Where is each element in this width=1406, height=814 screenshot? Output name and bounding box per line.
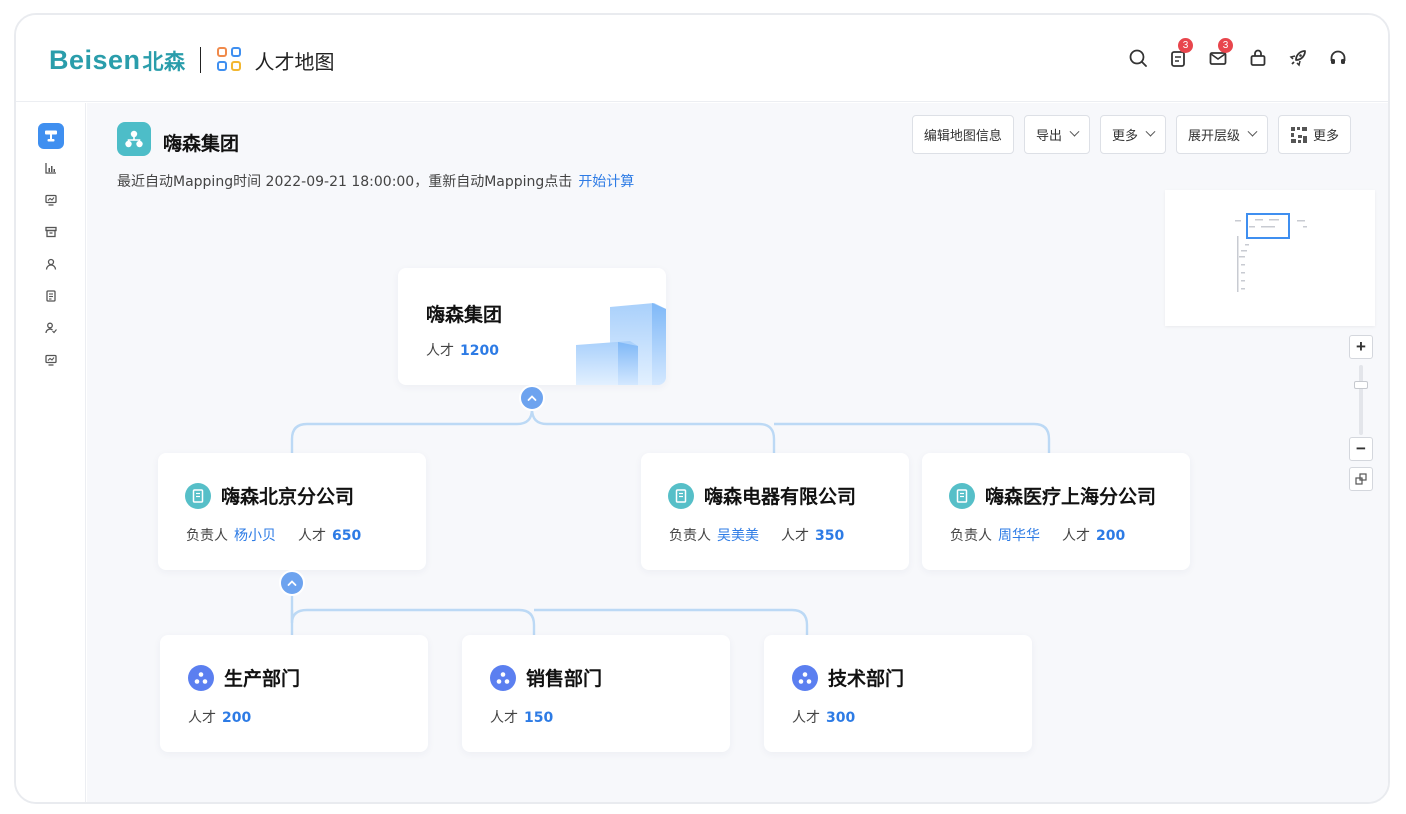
department-icon bbox=[490, 664, 516, 691]
owner-name[interactable]: 杨小贝 bbox=[234, 528, 276, 544]
sidebar-item-bar-chart[interactable] bbox=[38, 155, 64, 181]
header-actions: 3 3 bbox=[1118, 38, 1358, 71]
org-node-talent: 人才 200 bbox=[188, 707, 251, 727]
map-canvas[interactable]: 嗨森集团 最近自动Mapping时间 2022-09-21 18:00:00，重… bbox=[87, 103, 1388, 802]
sidebar-item-screen[interactable] bbox=[38, 347, 64, 373]
talent-count: 150 bbox=[524, 710, 554, 726]
app-title: 人才地图 bbox=[254, 49, 335, 74]
owner-name[interactable]: 周华华 bbox=[998, 528, 1040, 544]
collapse-company-button[interactable] bbox=[279, 570, 305, 596]
org-node-root[interactable]: 嗨森集团 人才 1200 bbox=[398, 268, 666, 385]
chevron-up-icon bbox=[527, 395, 537, 401]
talent-count: 350 bbox=[815, 528, 845, 544]
fit-view-icon bbox=[1355, 473, 1367, 485]
sidebar-item-tree[interactable] bbox=[38, 123, 64, 149]
talent-count: 650 bbox=[332, 528, 362, 544]
talent-label: 人才 bbox=[298, 528, 326, 544]
brand-divider bbox=[199, 47, 201, 73]
zoom-slider[interactable] bbox=[1354, 365, 1368, 435]
building-icon bbox=[668, 482, 694, 509]
org-node-department[interactable]: 技术部门 人才 300 bbox=[764, 635, 1032, 752]
rocket-icon[interactable] bbox=[1278, 45, 1318, 71]
talent-label: 人才 bbox=[781, 528, 809, 544]
org-node-company[interactable]: 嗨森北京分公司 负责人 杨小贝 人才 650 bbox=[158, 453, 426, 570]
building-illustration bbox=[576, 303, 666, 385]
app-window: Beisen北森 人才地图 3 3 嗨森集团 最近自动Mapping时间 202… bbox=[14, 13, 1390, 804]
beisen-logo: Beisen北森 bbox=[49, 45, 186, 76]
clipboard-icon[interactable]: 3 bbox=[1158, 38, 1198, 71]
logo-latin: Beisen bbox=[49, 44, 141, 75]
sidebar-item-document[interactable] bbox=[38, 283, 64, 309]
department-icon bbox=[792, 664, 818, 691]
logo-cn: 北森 bbox=[142, 50, 186, 74]
org-node-department[interactable]: 生产部门 人才 200 bbox=[160, 635, 428, 752]
clipboard-badge: 3 bbox=[1178, 38, 1193, 53]
org-node-meta: 负责人 吴美美 人才 350 bbox=[669, 525, 844, 545]
org-node-name: 技术部门 bbox=[828, 668, 905, 690]
building-icon bbox=[185, 482, 211, 509]
org-node-name: 销售部门 bbox=[526, 668, 603, 690]
sidebar-item-user-search[interactable] bbox=[38, 315, 64, 341]
bag-icon[interactable] bbox=[1238, 45, 1278, 71]
building-icon bbox=[949, 482, 975, 509]
more-layout-button[interactable]: 更多 bbox=[1277, 115, 1351, 154]
sidebar-item-user[interactable] bbox=[38, 251, 64, 277]
org-node-talent: 人才 150 bbox=[490, 707, 553, 727]
sidebar bbox=[16, 103, 86, 802]
org-node-name: 嗨森电器有限公司 bbox=[704, 486, 857, 508]
owner-label: 负责人 bbox=[950, 528, 992, 544]
app-grid-icon bbox=[216, 47, 243, 73]
org-node-talent: 人才 1200 bbox=[426, 340, 499, 360]
talent-count: 200 bbox=[1096, 528, 1126, 544]
org-node-name: 生产部门 bbox=[224, 668, 301, 690]
headset-icon[interactable] bbox=[1318, 45, 1358, 71]
department-icon bbox=[188, 664, 214, 691]
more-layout-label: 更多 bbox=[1312, 129, 1339, 144]
org-node-company[interactable]: 嗨森电器有限公司 负责人 吴美美 人才 350 bbox=[641, 453, 909, 570]
org-node-company[interactable]: 嗨森医疗上海分公司 负责人 周华华 人才 200 bbox=[922, 453, 1190, 570]
org-node-meta: 负责人 周华华 人才 200 bbox=[950, 525, 1125, 545]
org-node-talent: 人才 300 bbox=[792, 707, 855, 727]
org-node-name: 嗨森北京分公司 bbox=[221, 486, 355, 508]
search-icon[interactable] bbox=[1118, 45, 1158, 71]
owner-label: 负责人 bbox=[186, 528, 228, 544]
talent-label: 人才 bbox=[188, 710, 216, 726]
brand[interactable]: Beisen北森 人才地图 bbox=[49, 43, 335, 77]
owner-label: 负责人 bbox=[669, 528, 711, 544]
top-bar: Beisen北森 人才地图 3 3 bbox=[16, 15, 1388, 102]
zoom-out-button[interactable]: − bbox=[1349, 437, 1373, 461]
org-node-meta: 负责人 杨小贝 人才 650 bbox=[186, 525, 361, 545]
fit-view-button[interactable] bbox=[1349, 467, 1373, 491]
zoom-slider-handle[interactable] bbox=[1354, 381, 1368, 389]
talent-count: 300 bbox=[826, 710, 856, 726]
org-node-department[interactable]: 销售部门 人才 150 bbox=[462, 635, 730, 752]
mail-icon[interactable]: 3 bbox=[1198, 38, 1238, 71]
sidebar-item-archive[interactable] bbox=[38, 219, 64, 245]
org-node-name: 嗨森集团 bbox=[426, 304, 503, 326]
talent-label: 人才 bbox=[426, 343, 454, 359]
collapse-root-button[interactable] bbox=[519, 385, 545, 411]
talent-label: 人才 bbox=[792, 710, 820, 726]
sidebar-item-monitor[interactable] bbox=[38, 187, 64, 213]
talent-count: 1200 bbox=[460, 343, 499, 359]
org-node-name: 嗨森医疗上海分公司 bbox=[985, 486, 1157, 508]
owner-name[interactable]: 吴美美 bbox=[717, 528, 759, 544]
talent-count: 200 bbox=[222, 710, 252, 726]
mail-badge: 3 bbox=[1218, 38, 1233, 53]
layout-grid-icon bbox=[1290, 126, 1307, 143]
chevron-up-icon bbox=[287, 580, 297, 586]
zoom-in-button[interactable]: + bbox=[1349, 335, 1373, 359]
talent-label: 人才 bbox=[490, 710, 518, 726]
talent-label: 人才 bbox=[1062, 528, 1090, 544]
